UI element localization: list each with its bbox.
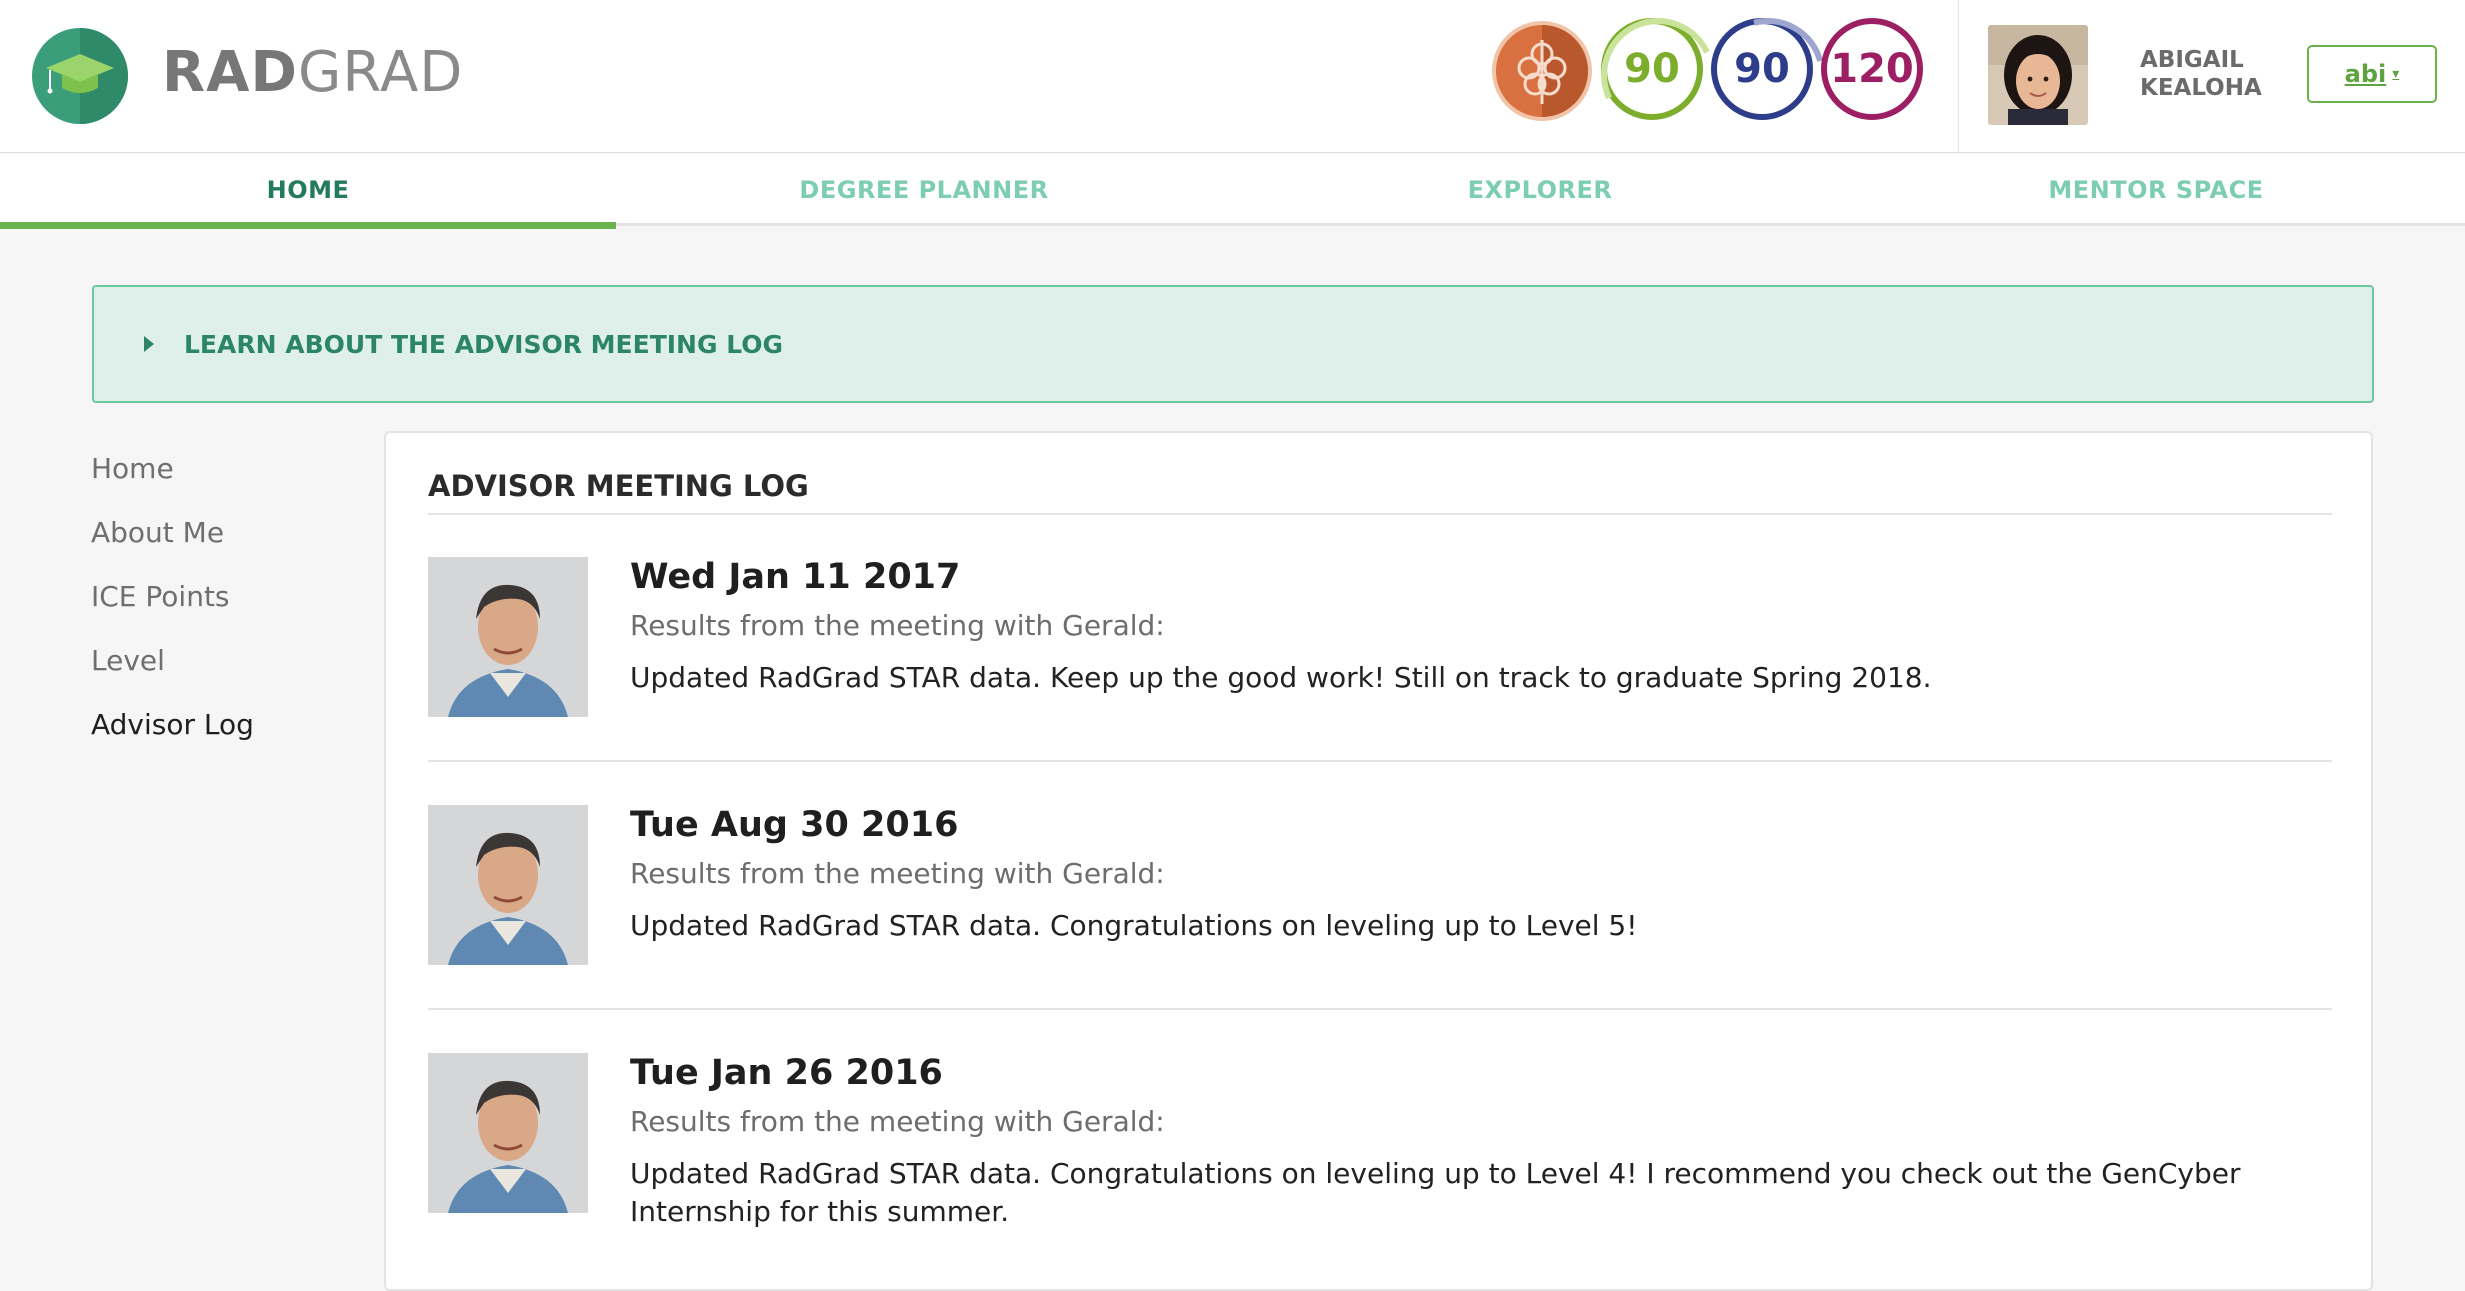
innovation-score[interactable]: 90	[1601, 18, 1703, 120]
learn-accordion[interactable]: LEARN ABOUT THE ADVISOR MEETING LOG	[92, 285, 2374, 403]
log-entry-date: Tue Jan 26 2016	[630, 1053, 943, 1093]
tab-explorer[interactable]: EXPLORER	[1232, 154, 1848, 226]
panel-title-divider	[428, 513, 2332, 515]
log-entry-note: Updated RadGrad STAR data. Congratulatio…	[630, 909, 1638, 942]
brand-wordmark[interactable]: RADGRAD	[162, 38, 463, 108]
log-entry-intro: Results from the meeting with Gerald:	[630, 1105, 1165, 1138]
main-nav: HOME DEGREE PLANNER EXPLORER MENTOR SPAC…	[0, 154, 2465, 229]
experience-score[interactable]: 120	[1821, 18, 1923, 120]
tab-home[interactable]: HOME	[0, 154, 616, 229]
log-entry-intro: Results from the meeting with Gerald:	[630, 857, 1165, 890]
user-menu-label: abi	[2344, 60, 2387, 88]
caret-down-icon: ▾	[2392, 66, 2400, 82]
sidebar-item-about-me[interactable]: About Me	[91, 516, 224, 549]
header: RADGRAD 90 90 120 ABIGAIL KEALOHA abi ▾	[0, 0, 2465, 153]
sidebar-item-advisor-log[interactable]: Advisor Log	[91, 708, 254, 741]
brand-part1: RAD	[162, 40, 298, 105]
tab-degree-planner[interactable]: DEGREE PLANNER	[616, 154, 1232, 226]
brand-part2: GRAD	[297, 40, 464, 105]
log-entry-note: Updated RadGrad STAR data. Keep up the g…	[630, 661, 1932, 694]
advisor-photo	[428, 805, 588, 965]
header-divider	[1958, 0, 1959, 153]
entry-divider	[428, 1008, 2332, 1010]
entry-divider	[428, 760, 2332, 762]
triangle-right-icon	[144, 336, 154, 352]
tab-mentor-space[interactable]: MENTOR SPACE	[1848, 154, 2464, 226]
log-entry-intro: Results from the meeting with Gerald:	[630, 609, 1165, 642]
competency-score[interactable]: 90	[1711, 18, 1813, 120]
advisor-photo	[428, 557, 588, 717]
sidebar-item-ice-points[interactable]: ICE Points	[91, 580, 230, 613]
user-first-name: ABIGAIL	[2140, 47, 2244, 73]
radgrad-logo-icon[interactable]	[32, 28, 128, 124]
advisor-log-panel: ADVISOR MEETING LOG Wed Jan 11 2017 Resu…	[384, 431, 2373, 1291]
user-name: ABIGAIL KEALOHA	[2140, 46, 2280, 102]
sidebar-item-level[interactable]: Level	[91, 644, 165, 677]
user-last-name: KEALOHA	[2140, 75, 2262, 101]
innovation-score-value: 90	[1624, 46, 1680, 92]
experience-score-value: 120	[1830, 46, 1914, 92]
log-entry-note: Updated RadGrad STAR data. Congratulatio…	[630, 1157, 2241, 1228]
sidebar-item-home[interactable]: Home	[91, 452, 174, 485]
avatar[interactable]	[1988, 25, 2088, 125]
level-badge-icon[interactable]	[1491, 20, 1593, 122]
log-entry-date: Wed Jan 11 2017	[630, 557, 961, 597]
advisor-photo	[428, 1053, 588, 1213]
competency-score-value: 90	[1734, 46, 1790, 92]
panel-title: ADVISOR MEETING LOG	[428, 469, 809, 503]
log-entry-date: Tue Aug 30 2016	[630, 805, 959, 845]
user-menu-button[interactable]: abi ▾	[2307, 45, 2437, 103]
learn-accordion-label: LEARN ABOUT THE ADVISOR MEETING LOG	[184, 329, 784, 359]
